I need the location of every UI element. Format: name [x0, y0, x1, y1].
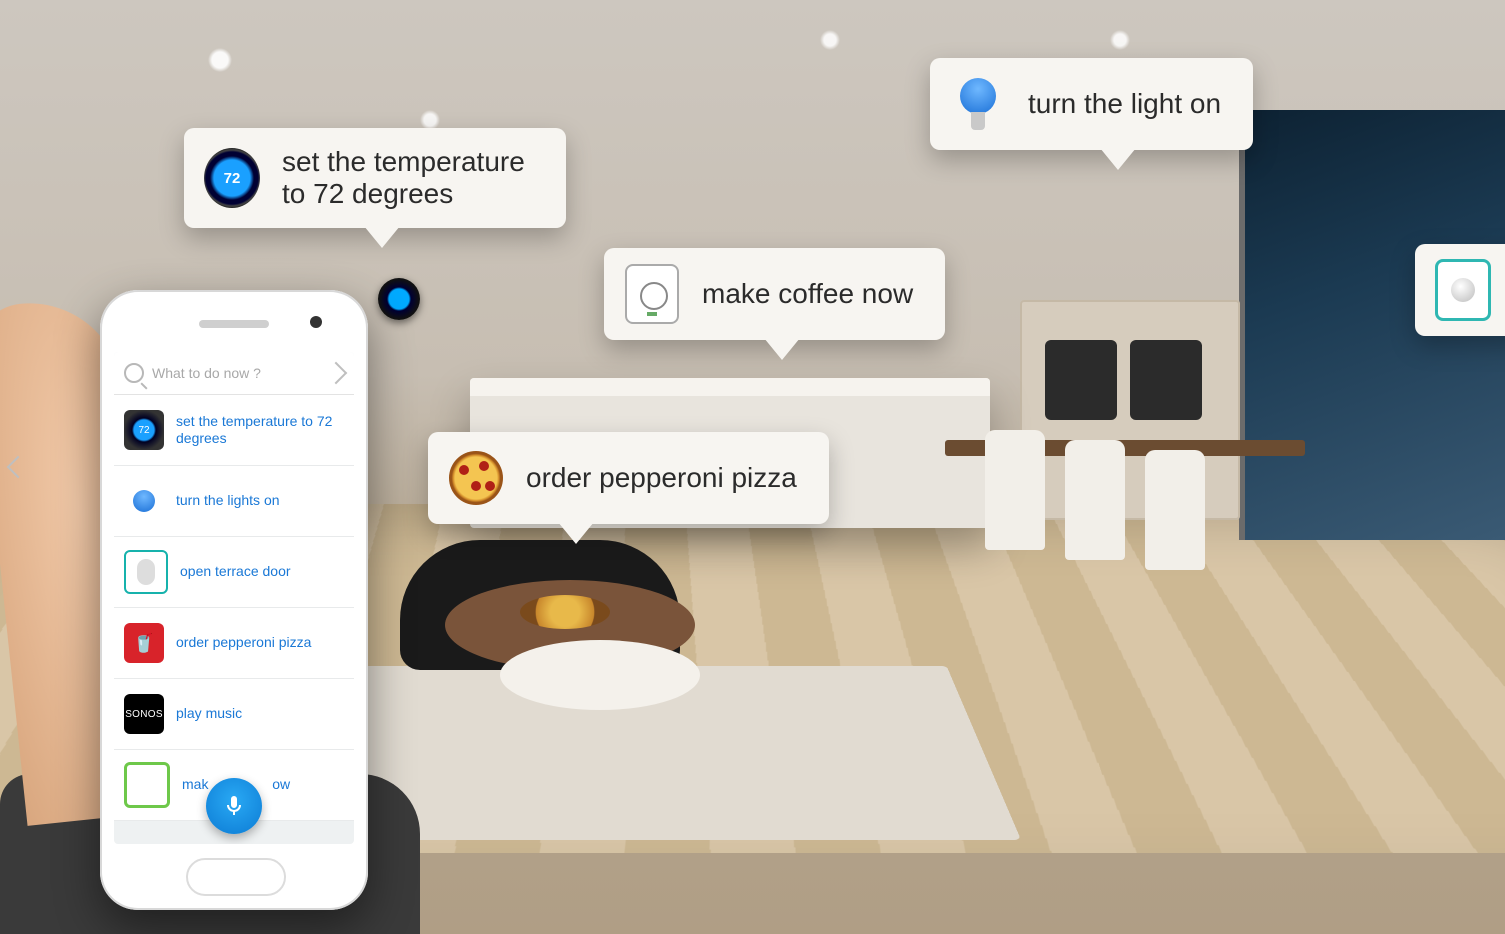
bubble-text: order pepperoni pizza [526, 462, 797, 494]
phone-home-button[interactable] [186, 858, 286, 896]
bubble-text: make coffee now [702, 278, 913, 310]
list-item-label: set the temperature to 72 degrees [176, 413, 344, 448]
search-placeholder: What to do now ? [144, 365, 328, 381]
microphone-icon [222, 794, 246, 818]
smartthings-icon [124, 762, 170, 808]
list-item-label: open terrace door [180, 563, 291, 581]
coffee-table-white [500, 640, 700, 710]
wall-thermostat [378, 278, 420, 320]
bubble-text: set the temperature to 72 degrees [282, 146, 534, 210]
door-icon [124, 550, 168, 594]
thermostat-icon: 72 [204, 150, 260, 206]
sonos-icon: SONOS [124, 694, 164, 734]
search-icon [124, 363, 144, 383]
bubble-thermostat: 72 set the temperature to 72 degrees [184, 128, 566, 228]
bubble-pizza: order pepperoni pizza [428, 432, 829, 524]
oven-left [1045, 340, 1117, 420]
voice-mic-button[interactable] [206, 778, 262, 834]
lightbulb-icon [950, 76, 1006, 132]
dining-chair [985, 430, 1045, 550]
dining-chair [1065, 440, 1125, 560]
phone-device: What to do now ? 72 set the temperature … [100, 290, 368, 910]
oven-right [1130, 340, 1202, 420]
food-order-icon: 🥤 [124, 623, 164, 663]
bubble-text: turn the light on [1028, 88, 1221, 120]
list-item-music[interactable]: SONOS play music [114, 679, 354, 750]
phone-camera [310, 316, 322, 328]
list-item-door[interactable]: open terrace door [114, 537, 354, 608]
command-list: 72 set the temperature to 72 degrees tur… [114, 395, 354, 821]
list-item-pizza[interactable]: 🥤 order pepperoni pizza [114, 608, 354, 679]
dial-switch-icon [1435, 262, 1491, 318]
bubble-coffee: make coffee now [604, 248, 945, 340]
dining-chair [1145, 450, 1205, 570]
thermostat-icon: 72 [124, 410, 164, 450]
list-item-label: order pepperoni pizza [176, 634, 311, 652]
smart-plug-icon [624, 266, 680, 322]
phone-speaker [199, 320, 269, 328]
list-item-lights[interactable]: turn the lights on [114, 466, 354, 537]
list-item-label: play music [176, 705, 242, 723]
carousel-prev-button[interactable] [4, 437, 32, 497]
phone-screen: What to do now ? 72 set the temperature … [114, 352, 354, 844]
pizza-icon [448, 450, 504, 506]
list-item-thermostat[interactable]: 72 set the temperature to 72 degrees [114, 395, 354, 466]
chevron-left-icon [7, 456, 30, 479]
search-bar[interactable]: What to do now ? [114, 352, 354, 395]
pizza-on-table [520, 595, 610, 629]
lightbulb-icon [124, 481, 164, 521]
bubble-dial [1415, 244, 1505, 336]
bubble-light: turn the light on [930, 58, 1253, 150]
list-item-label: turn the lights on [176, 492, 280, 510]
chevron-right-icon [325, 362, 348, 385]
